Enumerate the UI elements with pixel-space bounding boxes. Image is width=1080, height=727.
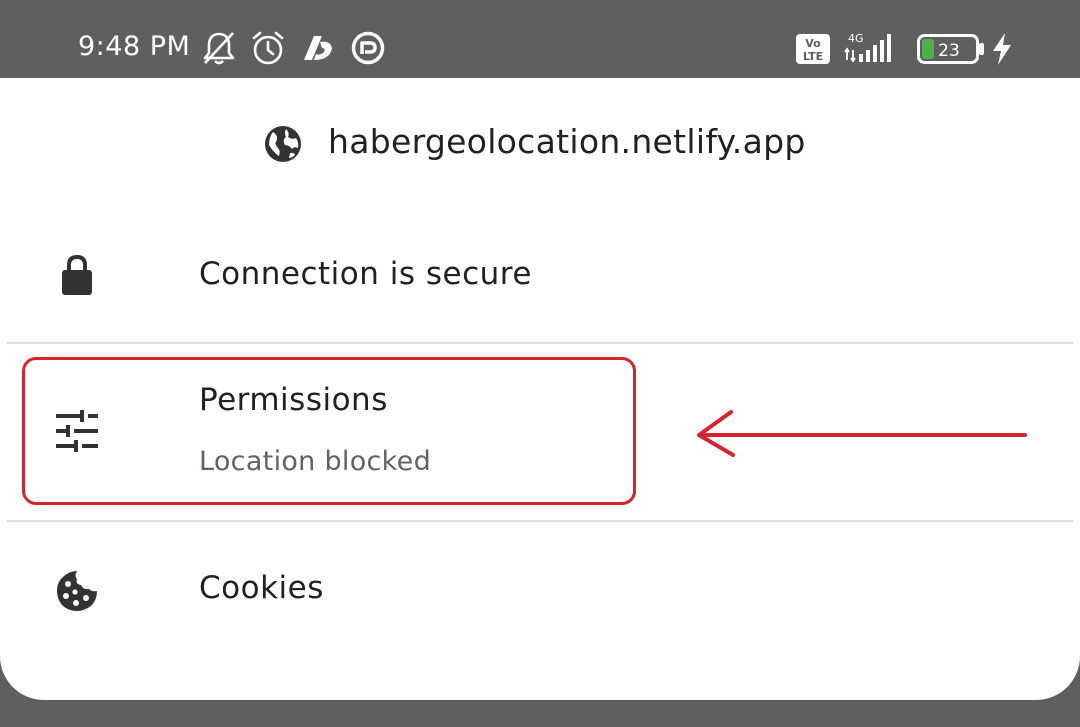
arrow-left-icon	[693, 408, 1029, 462]
signal-4g-icon: 4G	[843, 30, 903, 68]
globe-icon	[264, 125, 302, 167]
site-url: habergeolocation.netlify.app	[328, 122, 806, 161]
status-bar: 9:48 PM Vo LTE 4G 23	[0, 0, 1080, 78]
site-header: habergeolocation.netlify.app	[0, 78, 1080, 218]
highlight-box	[22, 357, 636, 505]
vpn-icon	[350, 30, 386, 70]
cookie-icon	[56, 570, 98, 616]
bottom-overlay	[0, 700, 1080, 727]
svg-text:Vo: Vo	[805, 37, 821, 50]
battery-fill	[922, 39, 934, 59]
cookies-row[interactable]: Cookies	[0, 522, 1080, 658]
connection-label: Connection is secure	[199, 256, 532, 292]
divider	[7, 342, 1073, 344]
svg-text:4G: 4G	[848, 32, 864, 45]
alarm-icon	[250, 30, 286, 70]
battery-icon: 23	[917, 34, 987, 68]
app-notification-icon	[300, 30, 336, 70]
svg-text:LTE: LTE	[803, 50, 823, 63]
cookies-label: Cookies	[199, 570, 324, 606]
charging-icon	[990, 32, 1014, 70]
volte-icon: Vo LTE	[796, 34, 830, 68]
svg-text:23: 23	[938, 41, 960, 61]
lock-icon	[60, 254, 94, 300]
connection-row[interactable]: Connection is secure	[0, 218, 1080, 342]
bell-off-icon	[202, 30, 236, 70]
page-info-sheet: habergeolocation.netlify.app Connection …	[0, 78, 1080, 700]
status-time: 9:48 PM	[78, 31, 191, 62]
